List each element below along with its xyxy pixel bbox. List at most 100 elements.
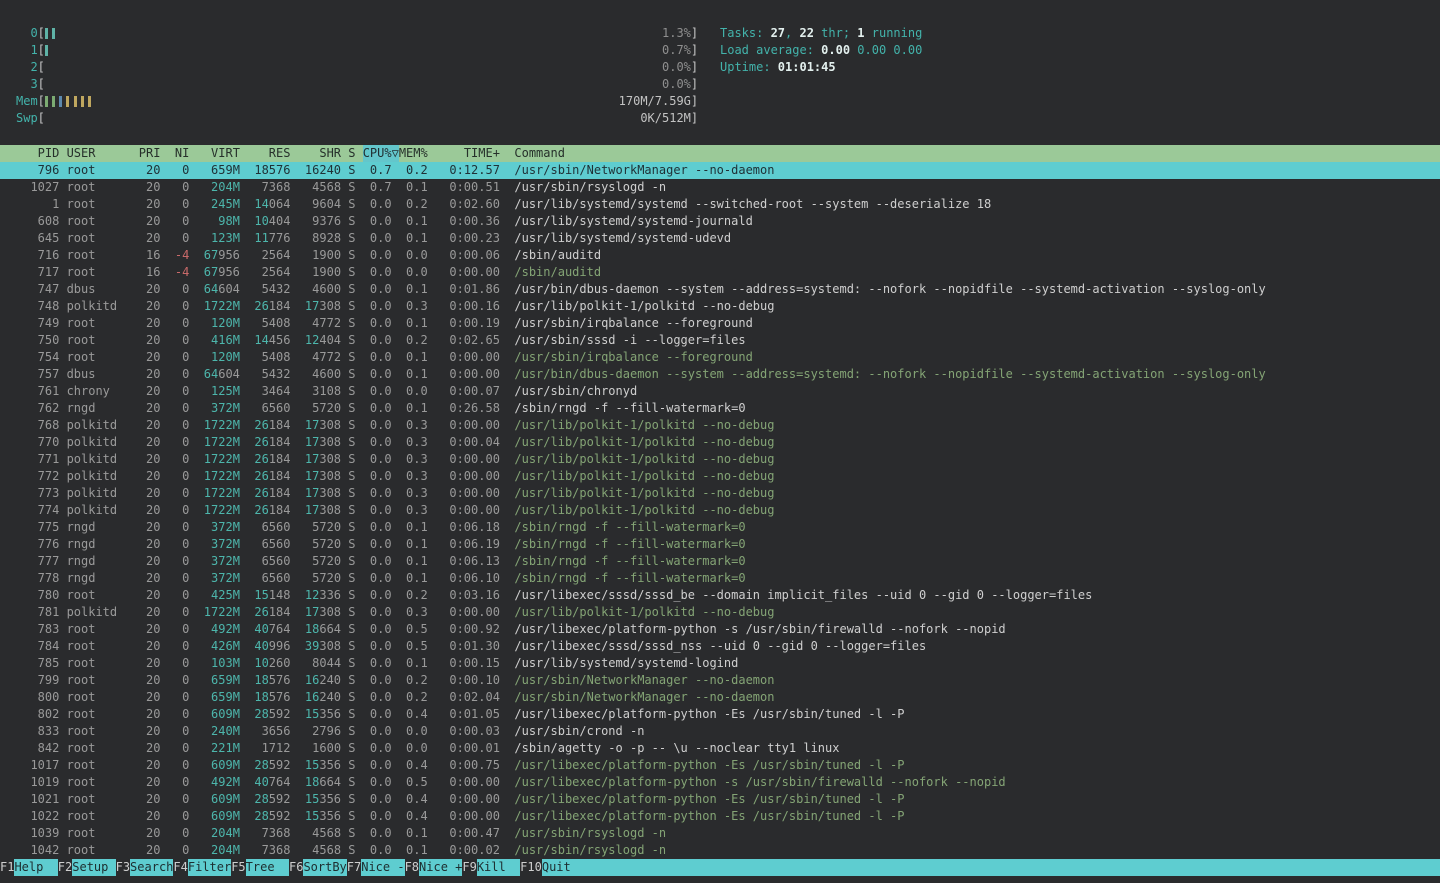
process-row[interactable]: 717root16-46795625641900S0.0 0.00:00.00/…: [0, 264, 1440, 281]
process-row[interactable]: 757dbus2006460454324600S0.0 0.10:00.00/u…: [0, 366, 1440, 383]
process-row[interactable]: 771polkitd2001722M2618417308S0.0 0.30:00…: [0, 451, 1440, 468]
meter-bar-area: 1.3%: [45, 25, 691, 42]
column-header-pri[interactable]: PRI: [139, 145, 161, 162]
mem-value-rest: 184: [269, 418, 291, 432]
mem-value-megs: 18: [305, 775, 319, 789]
process-row[interactable]: 762rngd200372M65605720S0.0 0.10:26.58/sb…: [0, 400, 1440, 417]
column-header-mem[interactable]: MEM%: [399, 145, 428, 162]
process-row[interactable]: 608root20098M104049376S0.0 0.10:00.36/us…: [0, 213, 1440, 230]
process-row[interactable]: 802root200609M2859215356S0.0 0.40:01.05/…: [0, 706, 1440, 723]
s-value: S: [348, 605, 355, 619]
column-header-res[interactable]: RES: [247, 145, 290, 162]
process-row[interactable]: 1019root200492M4076418664S0.0 0.50:00.00…: [0, 774, 1440, 791]
process-row[interactable]: 778rngd200372M65605720S0.0 0.10:06.10/sb…: [0, 570, 1440, 587]
column-header-user[interactable]: USER: [67, 145, 132, 162]
process-row[interactable]: 774polkitd2001722M2618417308S0.0 0.30:00…: [0, 502, 1440, 519]
mem-value: 6560: [262, 554, 291, 568]
column-header-ni[interactable]: NI: [168, 145, 190, 162]
process-row[interactable]: 781polkitd2001722M2618417308S0.0 0.30:00…: [0, 604, 1440, 621]
process-row[interactable]: 1021root200609M2859215356S0.0 0.40:00.00…: [0, 791, 1440, 808]
process-row[interactable]: 754root200120M54084772S0.0 0.10:00.00/us…: [0, 349, 1440, 366]
column-header-virt[interactable]: VIRT: [197, 145, 240, 162]
cell-pid: 771: [16, 451, 59, 468]
process-row[interactable]: 796root200659M1857616240S0.7 0.20:12.57/…: [0, 162, 1440, 179]
process-row[interactable]: 776rngd200372M65605720S0.0 0.10:06.19/sb…: [0, 536, 1440, 553]
fnkey-f10-quit[interactable]: F10Quit: [520, 859, 1440, 876]
cell-cpu: 0.0: [363, 434, 392, 451]
process-row[interactable]: 777rngd200372M65605720S0.0 0.10:06.13/sb…: [0, 553, 1440, 570]
fnkey-f8-nice-[interactable]: F8Nice +: [405, 859, 463, 876]
process-row[interactable]: 1017root200609M2859215356S0.0 0.40:00.75…: [0, 757, 1440, 774]
process-row[interactable]: 747dbus2006460454324600S0.0 0.10:01.86/u…: [0, 281, 1440, 298]
fnkey-f4-filter[interactable]: F4Filter: [173, 859, 231, 876]
cpu-value: 0.0: [370, 775, 392, 789]
fnkey-f5-tree[interactable]: F5Tree: [231, 859, 289, 876]
cell-user: root: [67, 655, 132, 672]
process-row[interactable]: 770polkitd2001722M2618417308S0.0 0.30:00…: [0, 434, 1440, 451]
cell-shr: 15356: [298, 808, 341, 825]
process-row[interactable]: 761chrony200125M34643108S0.0 0.00:00.07/…: [0, 383, 1440, 400]
process-row[interactable]: 784root200426M4099639308S0.0 0.50:01.30/…: [0, 638, 1440, 655]
column-header-command[interactable]: Command: [514, 145, 1440, 162]
cell-pri: 20: [139, 298, 161, 315]
process-row[interactable]: 833root200240M36562796S0.0 0.00:00.03/us…: [0, 723, 1440, 740]
mem-value-rest: 576: [269, 673, 291, 687]
command-text: /sbin/auditd: [514, 248, 601, 262]
mem-value-rest: 184: [269, 299, 291, 313]
process-row[interactable]: 645root200123M117768928S0.0 0.10:00.23/u…: [0, 230, 1440, 247]
cell-ni: 0: [168, 825, 190, 842]
cell-user: polkitd: [67, 298, 132, 315]
user-value: dbus: [67, 367, 96, 381]
user-value: polkitd: [67, 503, 118, 517]
fnkey-f2-setup[interactable]: F2Setup: [58, 859, 116, 876]
process-row[interactable]: 773polkitd2001722M2618417308S0.0 0.30:00…: [0, 485, 1440, 502]
process-row[interactable]: 1042root200204M73684568S0.0 0.10:00.02/u…: [0, 842, 1440, 859]
pid-value: 775: [38, 520, 60, 534]
mem-value-megs: 12: [305, 588, 319, 602]
process-row[interactable]: 1039root200204M73684568S0.0 0.10:00.47/u…: [0, 825, 1440, 842]
command-text: /usr/bin/dbus-daemon --system --address=…: [514, 367, 1265, 381]
process-row[interactable]: 1root200245M140649604S0.0 0.20:02.60/usr…: [0, 196, 1440, 213]
process-row[interactable]: 749root200120M54084772S0.0 0.10:00.19/us…: [0, 315, 1440, 332]
mem-value: 0.1: [406, 401, 428, 415]
process-row[interactable]: 1027root200204M73684568S0.7 0.10:00.51/u…: [0, 179, 1440, 196]
mem-value-megs: 17: [305, 418, 319, 432]
cpu-value: 0.0: [370, 265, 392, 279]
fnkey-f7-nice-[interactable]: F7Nice -: [347, 859, 405, 876]
cell-cpu: 0.0: [363, 672, 392, 689]
cell-command: /usr/sbin/NetworkManager --no-daemon: [514, 689, 1440, 706]
fnkey-f6-sortby[interactable]: F6SortBy: [289, 859, 347, 876]
column-header-pid[interactable]: PID: [16, 145, 59, 162]
process-row[interactable]: 750root200416M1445612404S0.0 0.20:02.65/…: [0, 332, 1440, 349]
process-row[interactable]: 748polkitd2001722M2618417308S0.0 0.30:00…: [0, 298, 1440, 315]
time-value: 0:00.16: [449, 299, 500, 313]
column-header-cpu[interactable]: CPU%: [363, 145, 392, 162]
column-header-s[interactable]: S: [348, 145, 355, 162]
column-header-time[interactable]: TIME+: [435, 145, 500, 162]
cell-arrow: [392, 570, 399, 587]
process-row[interactable]: 799root200659M1857616240S0.0 0.20:00.10/…: [0, 672, 1440, 689]
process-row[interactable]: 772polkitd2001722M2618417308S0.0 0.30:00…: [0, 468, 1440, 485]
cell-s: S: [348, 808, 355, 825]
process-row[interactable]: 716root16-46795625641900S0.0 0.00:00.06/…: [0, 247, 1440, 264]
process-row[interactable]: 780root200425M1514812336S0.0 0.20:03.16/…: [0, 587, 1440, 604]
process-row[interactable]: 775rngd200372M65605720S0.0 0.10:06.18/sb…: [0, 519, 1440, 536]
fnkey-f9-kill[interactable]: F9Kill: [462, 859, 520, 876]
meter-bar-area: 0K/512M: [45, 110, 691, 127]
process-row[interactable]: 768polkitd2001722M2618417308S0.0 0.30:00…: [0, 417, 1440, 434]
cell-mem: 0.4: [399, 706, 428, 723]
process-row[interactable]: 1022root200609M2859215356S0.0 0.40:00.00…: [0, 808, 1440, 825]
fnkey-f1-help[interactable]: F1Help: [0, 859, 58, 876]
process-row[interactable]: 783root200492M4076418664S0.0 0.50:00.92/…: [0, 621, 1440, 638]
column-header-shr[interactable]: SHR: [298, 145, 341, 162]
process-row[interactable]: 842root200221M17121600S0.0 0.00:00.01/sb…: [0, 740, 1440, 757]
fnkey-f3-search[interactable]: F3Search: [116, 859, 174, 876]
cell-arrow: [392, 502, 399, 519]
time-value: 0:00.01: [449, 741, 500, 755]
cell-time: 0:00.19: [435, 315, 500, 332]
cell-ni: 0: [168, 553, 190, 570]
process-row[interactable]: 800root200659M1857616240S0.0 0.20:02.04/…: [0, 689, 1440, 706]
cell-cpu: 0.0: [363, 281, 392, 298]
process-row[interactable]: 785root200103M102608044S0.0 0.10:00.15/u…: [0, 655, 1440, 672]
cell-ni: 0: [168, 196, 190, 213]
